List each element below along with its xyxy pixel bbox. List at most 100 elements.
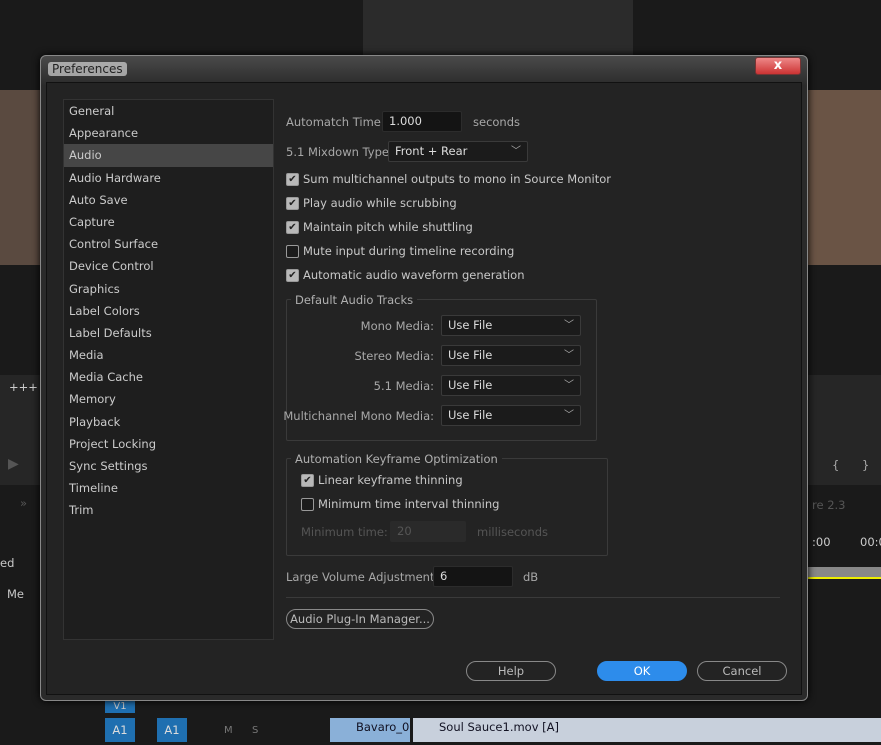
waveform-icon: +++ <box>9 380 38 394</box>
audio-option-label: Sum multichannel outputs to mono in Sour… <box>303 172 612 186</box>
mark-out-icon[interactable]: } <box>862 458 869 472</box>
sidebar-item-appearance[interactable]: Appearance <box>64 122 273 144</box>
chevron-down-icon: ﹀ <box>564 380 574 391</box>
audio-option-label: Automatic audio waveform generation <box>303 268 525 282</box>
track-type-value: Use File <box>448 318 493 332</box>
track-a1-target[interactable]: A1 <box>157 718 187 742</box>
audio-option-checkbox[interactable]: ✔ Maintain pitch while shuttling <box>286 220 473 234</box>
automatch-unit: seconds <box>473 115 521 129</box>
track-type-label: Mono Media: <box>360 319 434 333</box>
checkbox-icon <box>286 244 299 258</box>
divider <box>286 597 780 598</box>
playhead-bar <box>808 567 881 579</box>
sidebar-item-media-cache[interactable]: Media Cache <box>64 366 273 388</box>
dialog-title: Preferences <box>48 62 127 76</box>
cancel-button[interactable]: Cancel <box>697 661 787 681</box>
mixdown-label: 5.1 Mixdown Type: <box>286 145 393 159</box>
chevron-down-icon: ﹀ <box>564 410 574 421</box>
min-time-unit: milliseconds <box>477 525 548 539</box>
ok-button[interactable]: OK <box>597 661 687 681</box>
sidebar-item-label-defaults[interactable]: Label Defaults <box>64 322 273 344</box>
volume-input[interactable]: 6 <box>433 566 513 587</box>
keyframe-title: Automation Keyframe Optimization <box>291 452 502 466</box>
close-button[interactable]: x <box>755 57 801 75</box>
play-icon[interactable]: ▶ <box>8 456 19 472</box>
right-video <box>808 90 881 265</box>
track-type-label: Multichannel Mono Media: <box>283 409 434 423</box>
track-type-value: Use File <box>448 408 493 422</box>
expand-icon[interactable]: » <box>20 496 27 510</box>
mixdown-value: Front + Rear <box>395 144 468 158</box>
checkbox-icon <box>301 497 314 511</box>
min-interval-checkbox[interactable]: Minimum time interval thinning <box>301 497 499 511</box>
left-video <box>0 90 40 265</box>
checkmark-icon: ✔ <box>286 196 299 210</box>
automatch-input[interactable]: 1.000 <box>382 111 462 132</box>
mixdown-select[interactable]: Front + Rear ﹀ <box>388 141 528 162</box>
sidebar-item-playback[interactable]: Playback <box>64 411 273 433</box>
help-button[interactable]: Help <box>466 661 556 681</box>
checkmark-icon: ✔ <box>286 268 299 282</box>
chevron-down-icon: ﹀ <box>511 146 521 157</box>
clip-bavaro[interactable]: Bavaro_0 <box>330 718 410 742</box>
track-type-select[interactable]: Use File ﹀ <box>441 315 581 336</box>
sequence-label: re 2.3 <box>812 498 846 512</box>
track-type-label: Stereo Media: <box>354 349 434 363</box>
audio-option-checkbox[interactable]: ✔ Automatic audio waveform generation <box>286 268 525 282</box>
chevron-down-icon: ﹀ <box>564 320 574 331</box>
sidebar-item-trim[interactable]: Trim <box>64 499 273 521</box>
track-type-value: Use File <box>448 348 493 362</box>
audio-option-label: Play audio while scrubbing <box>303 196 457 210</box>
sidebar-item-audio-hardware[interactable]: Audio Hardware <box>64 167 273 189</box>
track-type-select[interactable]: Use File ﹀ <box>441 405 581 426</box>
left-label: ed <box>0 556 15 570</box>
audio-plugin-manager-button[interactable]: Audio Plug-In Manager... <box>286 609 434 629</box>
sidebar-item-memory[interactable]: Memory <box>64 388 273 410</box>
chevron-down-icon: ﹀ <box>564 350 574 361</box>
dialog-body: General Appearance Audio Audio Hardware Auto… <box>46 82 802 695</box>
checkmark-icon: ✔ <box>286 172 299 186</box>
track-a1-source[interactable]: A1 <box>105 718 135 742</box>
category-list: General Appearance Audio Audio Hardware Auto… <box>63 99 274 640</box>
sidebar-item-label-colors[interactable]: Label Colors <box>64 300 273 322</box>
linear-keyframe-label: Linear keyframe thinning <box>318 473 463 487</box>
min-time-input: 20 <box>390 521 466 542</box>
clip-soul-sauce[interactable]: Soul Sauce1.mov [A] <box>413 718 881 742</box>
sidebar-item-graphics[interactable]: Graphics <box>64 278 273 300</box>
sidebar-item-media[interactable]: Media <box>64 344 273 366</box>
solo-button[interactable]: S <box>252 725 258 736</box>
track-type-label: 5.1 Media: <box>373 379 434 393</box>
automatch-label: Automatch Time: <box>286 115 385 129</box>
audio-option-label: Mute input during timeline recording <box>303 244 515 258</box>
track-v1[interactable]: V1 <box>105 701 135 713</box>
right-toolbar <box>808 375 881 485</box>
sidebar-item-project-locking[interactable]: Project Locking <box>64 433 273 455</box>
sidebar-item-auto-save[interactable]: Auto Save <box>64 189 273 211</box>
checkmark-icon: ✔ <box>301 473 314 487</box>
min-interval-label: Minimum time interval thinning <box>318 497 500 511</box>
sidebar-item-control-surface[interactable]: Control Surface <box>64 233 273 255</box>
sidebar-item-general[interactable]: General <box>64 100 273 122</box>
sidebar-item-audio[interactable]: Audio <box>64 144 273 167</box>
sidebar-item-sync-settings[interactable]: Sync Settings <box>64 455 273 477</box>
linear-keyframe-checkbox[interactable]: ✔ Linear keyframe thinning <box>301 473 463 487</box>
sidebar-item-timeline[interactable]: Timeline <box>64 477 273 499</box>
audio-option-checkbox[interactable]: ✔ Sum multichannel outputs to mono in Sou… <box>286 172 611 186</box>
audio-option-checkbox[interactable]: Mute input during timeline recording <box>286 244 514 258</box>
preferences-dialog: Preferences x General Appearance Audio Audi… <box>40 55 808 701</box>
audio-option-label: Maintain pitch while shuttling <box>303 220 473 234</box>
volume-unit: dB <box>523 570 539 584</box>
volume-label: Large Volume Adjustment: <box>286 570 439 584</box>
column-header: Me <box>7 587 24 601</box>
track-type-value: Use File <box>448 378 493 392</box>
default-audio-tracks-title: Default Audio Tracks <box>291 293 418 307</box>
mute-button[interactable]: M <box>224 725 233 736</box>
timecode-1: :00 <box>812 535 831 549</box>
track-type-select[interactable]: Use File ﹀ <box>441 375 581 396</box>
mark-in-icon[interactable]: { <box>832 458 839 472</box>
sidebar-item-device-control[interactable]: Device Control <box>64 255 273 277</box>
audio-option-checkbox[interactable]: ✔ Play audio while scrubbing <box>286 196 457 210</box>
track-type-select[interactable]: Use File ﹀ <box>441 345 581 366</box>
min-time-label: Minimum time: <box>301 525 388 539</box>
sidebar-item-capture[interactable]: Capture <box>64 211 273 233</box>
